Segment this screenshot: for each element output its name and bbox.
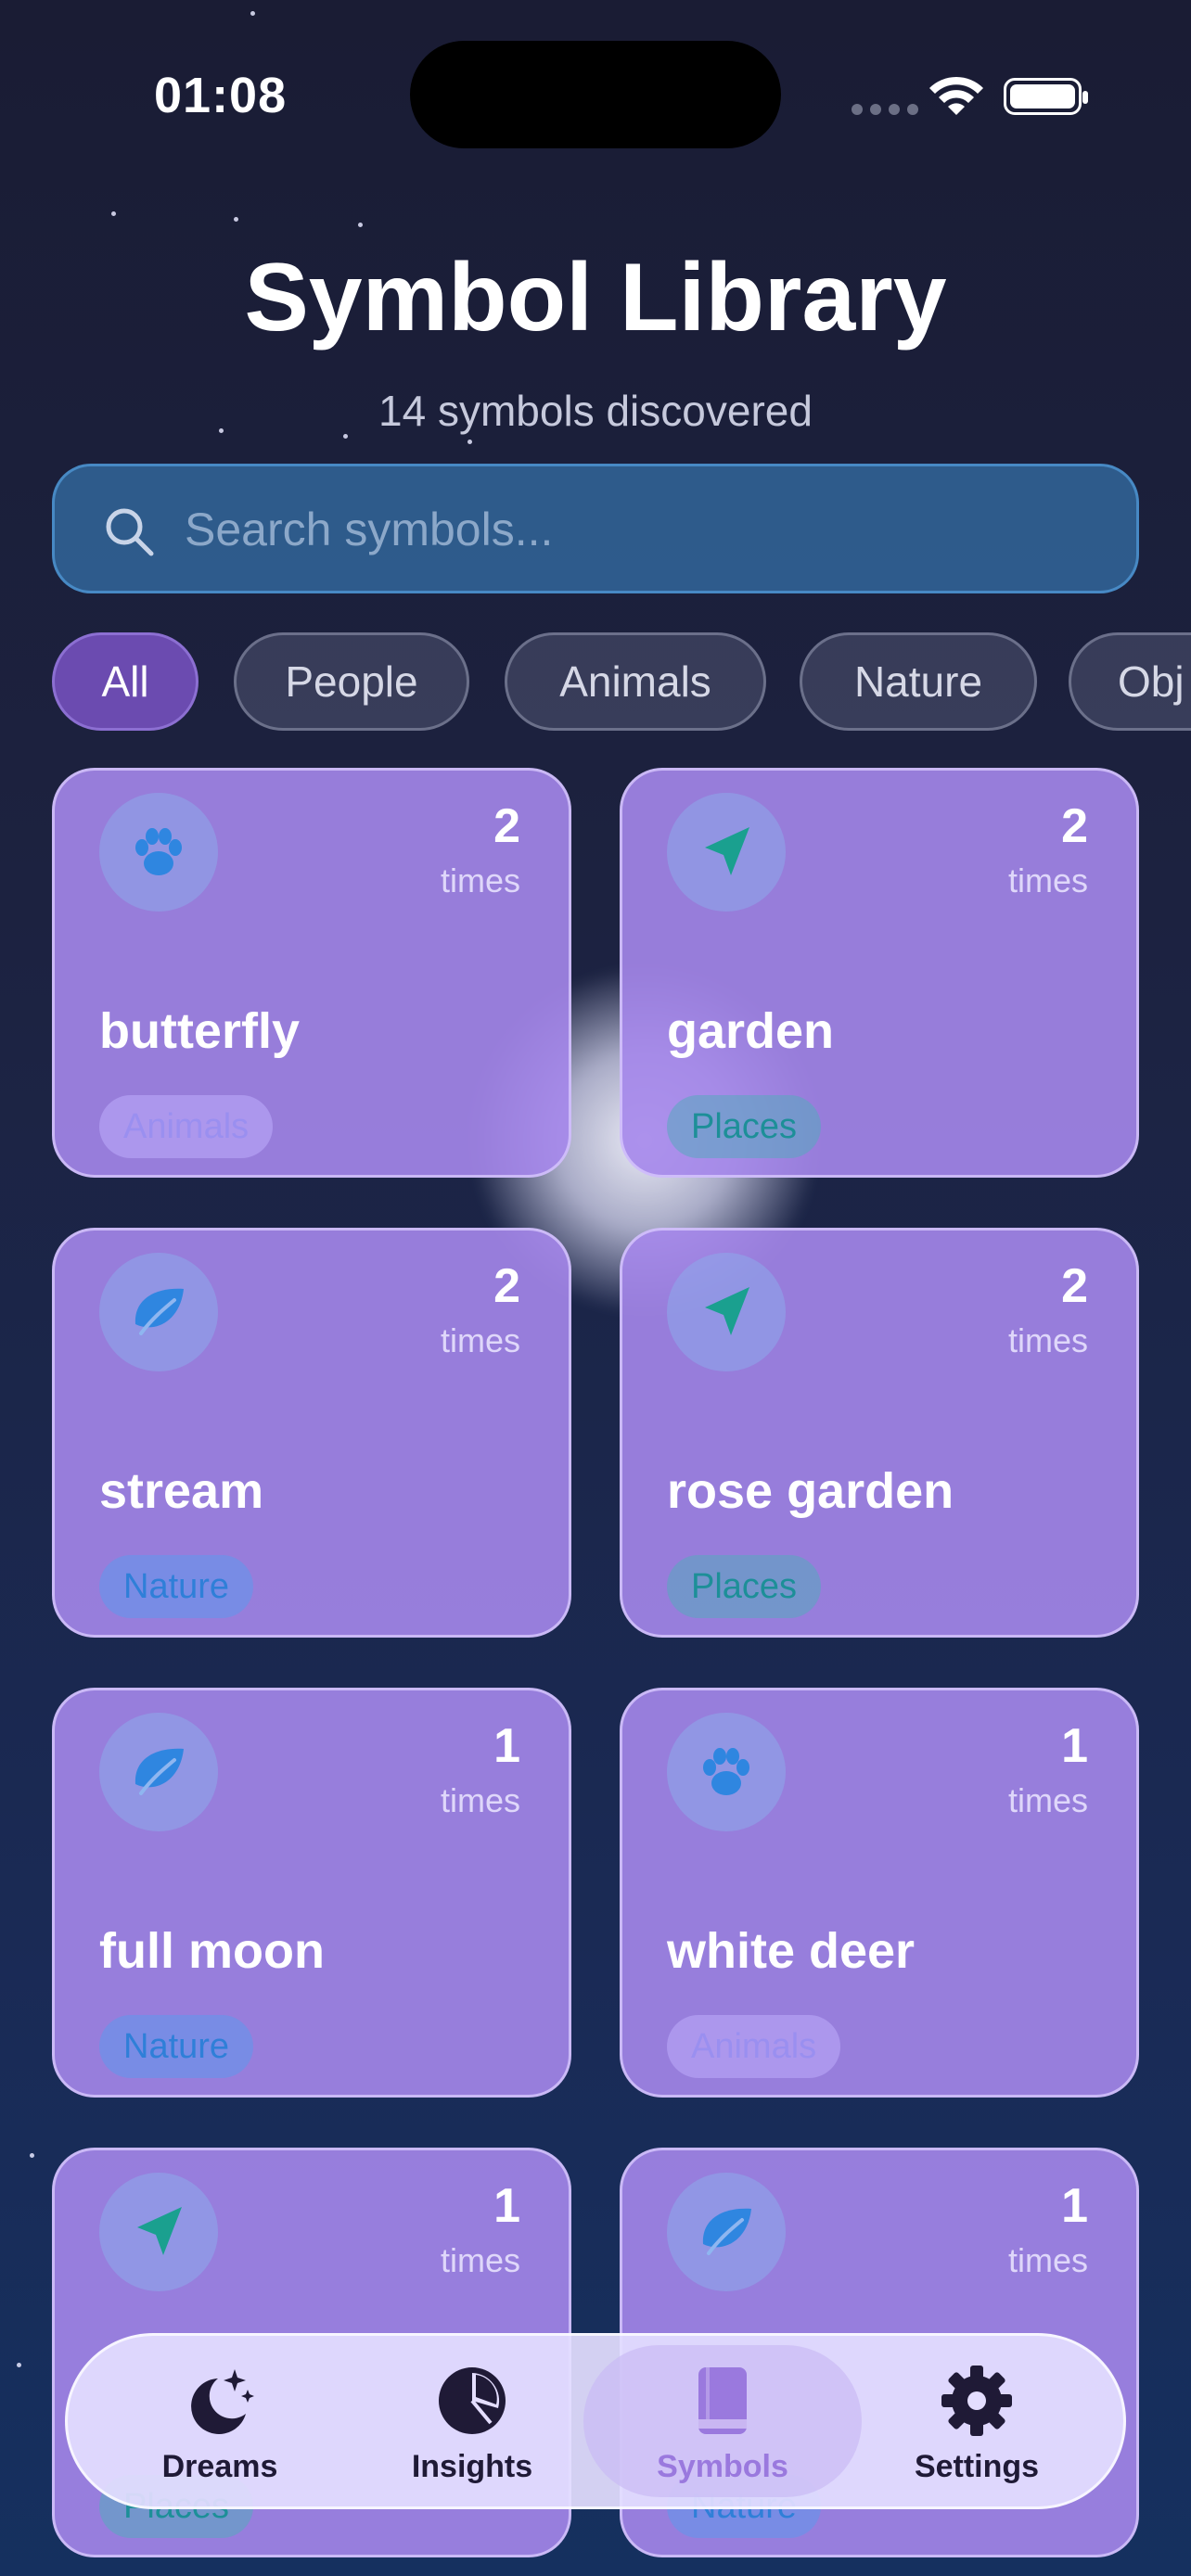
- tab-label: Dreams: [161, 2449, 278, 2484]
- location-arrow-icon: [667, 1253, 786, 1371]
- star-decoration: [30, 2153, 34, 2158]
- filter-chip-animals[interactable]: Animals: [505, 632, 766, 731]
- star-decoration: [467, 440, 472, 444]
- symbol-card[interactable]: 1 times full moon Nature: [52, 1688, 571, 2098]
- search-input[interactable]: [183, 466, 1095, 593]
- search-icon: [106, 508, 154, 556]
- symbol-times-label: times: [1007, 1781, 1088, 1819]
- star-decoration: [234, 217, 238, 222]
- search-bar[interactable]: [52, 464, 1139, 593]
- star-decoration: [111, 211, 116, 216]
- symbol-times-label: times: [440, 1321, 520, 1359]
- symbol-name: rose garden: [667, 1463, 954, 1519]
- leaf-icon: [99, 1713, 218, 1831]
- symbol-card[interactable]: 2 times rose garden Places: [620, 1228, 1139, 1638]
- symbol-count: 1: [493, 1719, 520, 1773]
- symbol-count: 1: [1061, 1719, 1088, 1773]
- paw-icon: [99, 793, 218, 912]
- category-badge: Nature: [99, 1555, 254, 1618]
- wifi-icon: [929, 76, 983, 115]
- symbol-times-label: times: [440, 2241, 520, 2279]
- symbol-count: 1: [1061, 2179, 1088, 2233]
- symbol-times-label: times: [1007, 861, 1088, 899]
- symbol-name: garden: [667, 1003, 835, 1059]
- symbol-count: 2: [1061, 799, 1088, 853]
- symbol-count: 1: [493, 2179, 520, 2233]
- symbol-times-label: times: [1007, 1321, 1088, 1359]
- tab-label: Settings: [914, 2449, 1040, 2484]
- category-filter-bar: All People Animals Nature Obj: [52, 632, 1191, 734]
- category-badge: Places: [667, 1555, 822, 1618]
- book-icon: [698, 2367, 747, 2434]
- symbol-card[interactable]: 2 times garden Places: [620, 768, 1139, 1178]
- filter-chip-nature[interactable]: Nature: [800, 632, 1037, 731]
- tab-symbols[interactable]: Symbols: [630, 2336, 815, 2506]
- filter-chip-people[interactable]: People: [234, 632, 469, 731]
- symbol-count: 2: [493, 1259, 520, 1313]
- pie-chart-icon: [439, 2367, 506, 2434]
- status-time: 01:08: [154, 68, 288, 123]
- page-title: Symbol Library: [244, 244, 947, 351]
- tab-settings[interactable]: Settings: [884, 2336, 1069, 2506]
- symbol-times-label: times: [440, 1781, 520, 1819]
- leaf-icon: [99, 1253, 218, 1371]
- category-badge: Nature: [99, 2015, 254, 2078]
- tab-label: Insights: [411, 2449, 533, 2484]
- category-badge: Animals: [99, 1095, 274, 1158]
- filter-chip-objects[interactable]: Obj: [1069, 632, 1191, 731]
- star-decoration: [250, 11, 255, 16]
- symbol-name: full moon: [99, 1923, 325, 1979]
- symbol-card[interactable]: 2 times butterfly Animals: [52, 768, 571, 1178]
- filter-chip-all[interactable]: All: [52, 632, 198, 731]
- cellular-signal-icon: [852, 104, 918, 115]
- symbol-times-label: times: [1007, 2241, 1088, 2279]
- location-arrow-icon: [667, 793, 786, 912]
- gear-icon: [941, 2366, 1012, 2436]
- symbol-card[interactable]: 2 times stream Nature: [52, 1228, 571, 1638]
- dynamic-island: [410, 41, 781, 148]
- symbol-count: 2: [1061, 1259, 1088, 1313]
- symbol-name: stream: [99, 1463, 264, 1519]
- leaf-icon: [667, 2173, 786, 2291]
- paw-icon: [667, 1713, 786, 1831]
- category-badge: Places: [667, 1095, 822, 1158]
- symbol-card[interactable]: 1 times white deer Animals: [620, 1688, 1139, 2098]
- tab-insights[interactable]: Insights: [379, 2336, 565, 2506]
- symbol-name: butterfly: [99, 1003, 300, 1059]
- moon-stars-icon: [191, 2369, 254, 2434]
- battery-icon: [1004, 78, 1088, 115]
- symbol-name: white deer: [667, 1923, 916, 1979]
- star-decoration: [17, 2363, 21, 2367]
- tab-label: Symbols: [657, 2449, 788, 2484]
- symbol-count: 2: [493, 799, 520, 853]
- tab-dreams[interactable]: Dreams: [127, 2336, 313, 2506]
- symbol-times-label: times: [440, 861, 520, 899]
- location-arrow-icon: [99, 2173, 218, 2291]
- category-badge: Animals: [667, 2015, 841, 2078]
- star-decoration: [358, 223, 363, 227]
- symbols-count-subtitle: 14 symbols discovered: [378, 387, 813, 435]
- tab-bar: Dreams Insights Symbols Settings: [65, 2333, 1126, 2509]
